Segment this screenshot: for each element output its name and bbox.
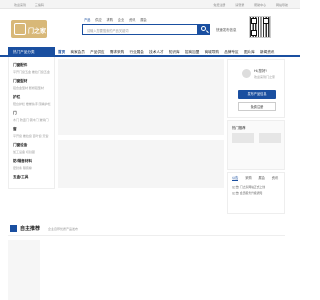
top-link-help[interactable]: 帮助中心	[254, 3, 266, 7]
notice-tabs-panel: 公告 采购 展会 资讯 [公告] 门之家网站正式上线 [公告] 会员服务升级通知	[227, 172, 285, 214]
nav-items: 首页 商家会员 产品供应 需求采购 行业展会 技术人才 知识库 招商加盟 商城导…	[58, 50, 279, 55]
category-group[interactable]: 窗 平开窗 推拉窗 百叶窗 天窗	[13, 127, 49, 138]
top-link-sitemap[interactable]: 网站导航	[276, 3, 288, 7]
top-bar-welcome: 欢迎来到	[14, 3, 27, 7]
category-sub[interactable]: 平开门窗五金 推拉门窗五金	[13, 70, 50, 74]
qr-finder-icon	[263, 18, 269, 24]
qr-finder-icon	[251, 18, 257, 24]
panel-title: 热门推荐	[232, 126, 246, 130]
category-header[interactable]: 热门产品分类	[8, 47, 55, 57]
welcome-text: 欢迎来到门之家	[254, 75, 276, 79]
top-link-login[interactable]: 请登录	[235, 3, 244, 7]
nav-item-talent[interactable]: 技术人才	[149, 50, 163, 54]
notice-tabs: 公告 采购 展会 资讯	[232, 175, 284, 181]
recommend-subtitle: 企业自荐优质产品发布	[48, 226, 79, 231]
search-input[interactable]: 请输入您要搜索的产品关键词	[82, 24, 198, 35]
tab-expo[interactable]: 展会	[259, 176, 265, 180]
qr-code-image	[249, 16, 271, 38]
quick-publish-link[interactable]: 快速发布信息	[216, 27, 236, 32]
nav-item-knowledge[interactable]: 知识库	[169, 50, 180, 54]
category-title[interactable]: 门窗设备	[13, 143, 35, 148]
publish-product-button[interactable]: 发布产品信息	[238, 90, 276, 99]
greeting-text: Hi,您好!	[254, 69, 267, 73]
nav-item-expo[interactable]: 行业展会	[130, 50, 144, 54]
category-group[interactable]: 门窗配件 平开门窗五金 推拉门窗五金	[13, 63, 50, 74]
category-sub[interactable]: 加工设备 切割锯	[13, 150, 35, 154]
category-title[interactable]: 门	[13, 111, 49, 116]
nav-item-news[interactable]: 新闻资讯	[260, 50, 274, 54]
search-tab-purchase[interactable]: 求购	[107, 18, 113, 22]
recommend-section-header: 自主推荐 企业自荐优质产品发布	[8, 222, 285, 236]
category-title[interactable]: 窗	[13, 127, 49, 132]
recommend-panel: 热门推荐	[227, 120, 285, 170]
nav-item-home[interactable]: 首页	[58, 50, 65, 54]
search-tab-company[interactable]: 企业	[118, 18, 124, 22]
category-sub[interactable]: 阳台护栏 楼梯扶手 围墙护栏	[13, 102, 51, 106]
login-box: Hi,您好! 欢迎来到门之家 发布产品信息 免费注册	[227, 59, 285, 118]
recommend-image[interactable]	[8, 240, 40, 300]
search-tab-expo[interactable]: 展会	[140, 18, 146, 22]
category-sub[interactable]: 木门 防盗门 钢木门 玻璃门	[13, 118, 49, 122]
tab-news[interactable]: 资讯	[272, 176, 278, 180]
category-title[interactable]: 防/隔音材料	[13, 159, 32, 164]
search-tab-news[interactable]: 资讯	[129, 18, 135, 22]
top-bar: 欢迎来到 三编码 免费注册 请登录 帮助中心 网站导航	[0, 0, 300, 9]
nav-item-brand[interactable]: 品牌专区	[224, 50, 238, 54]
nav-item-gallery[interactable]: 图片库	[244, 50, 255, 54]
top-link-register[interactable]: 免费注册	[213, 3, 225, 7]
recommend-icon	[10, 225, 17, 232]
category-title[interactable]: 门窗型材	[13, 79, 44, 84]
search-tab-supply[interactable]: 供应	[95, 18, 101, 22]
tab-purchase[interactable]: 采购	[245, 176, 251, 180]
ad-thumbnail[interactable]	[232, 133, 254, 143]
nav-item-demand[interactable]: 需求采购	[110, 50, 124, 54]
category-group[interactable]: 门窗型材 铝合金型材 断桥铝型材	[13, 79, 44, 90]
ad-thumbnail[interactable]	[259, 133, 281, 143]
recommend-title: 自主推荐	[20, 226, 41, 232]
nav-item-supply[interactable]: 产品供应	[90, 50, 104, 54]
nav-item-mall[interactable]: 商城导购	[205, 50, 219, 54]
category-title[interactable]: 五金/工具	[13, 175, 28, 180]
category-sub[interactable]: 平开窗 推拉窗 百叶窗 天窗	[13, 134, 49, 138]
main-banner[interactable]	[58, 59, 224, 135]
notice-item[interactable]: [公告] 门之家网站正式上线	[232, 185, 265, 189]
register-button[interactable]: 免费注册	[238, 102, 276, 111]
category-sub[interactable]: 密封条 隔音棉	[13, 166, 32, 170]
tab-notice[interactable]: 公告	[232, 176, 239, 181]
category-title[interactable]: 门窗配件	[13, 63, 50, 68]
avatar	[242, 69, 251, 78]
category-group[interactable]: 防/隔音材料 密封条 隔音棉	[13, 159, 32, 170]
nav-item-members[interactable]: 商家会员	[70, 50, 84, 54]
category-sidebar: 门窗配件 平开门窗五金 推拉门窗五金 门窗型材 铝合金型材 断桥铝型材 护栏 阳…	[8, 57, 55, 189]
category-sub[interactable]: 铝合金型材 断桥铝型材	[13, 86, 44, 90]
qr-finder-icon	[251, 30, 257, 36]
search-button[interactable]	[198, 24, 210, 35]
category-group[interactable]: 门窗设备 加工设备 切割锯	[13, 143, 35, 154]
door-logo-icon	[14, 23, 26, 35]
logo-text: 门之家	[28, 29, 47, 35]
category-group[interactable]: 五金/工具	[13, 175, 28, 180]
category-title[interactable]: 护栏	[13, 95, 51, 100]
category-group[interactable]: 门 木门 防盗门 钢木门 玻璃门	[13, 111, 49, 122]
search-tabs: 产品 供应 求购 企业 资讯 展会	[84, 17, 151, 22]
search-icon	[201, 26, 206, 31]
nav-item-franchise[interactable]: 招商加盟	[185, 50, 199, 54]
top-bar-left: 欢迎来到 三编码	[14, 3, 52, 7]
search-placeholder: 请输入您要搜索的产品关键词	[87, 29, 129, 33]
secondary-banner[interactable]	[58, 140, 224, 188]
notice-item[interactable]: [公告] 会员服务升级通知	[232, 191, 262, 195]
search-tab-product[interactable]: 产品	[84, 18, 90, 22]
site-logo[interactable]: 门之家	[11, 20, 47, 38]
top-bar-site-link[interactable]: 三编码	[35, 3, 44, 7]
category-group[interactable]: 护栏 阳台护栏 楼梯扶手 围墙护栏	[13, 95, 51, 106]
top-bar-right: 免费注册 请登录 帮助中心 网站导航	[204, 3, 288, 7]
